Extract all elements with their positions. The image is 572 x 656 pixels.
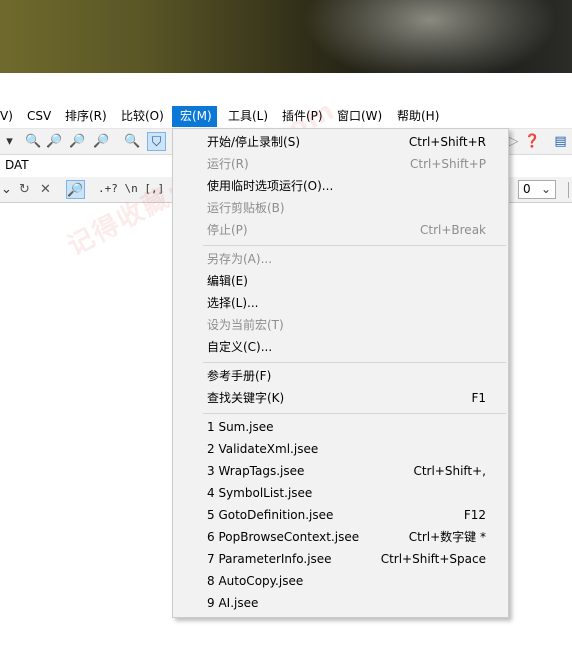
menu-set-current-macro[interactable]: 设为当前宏(T) bbox=[207, 314, 486, 336]
window-layout-icon[interactable]: ▤ bbox=[551, 132, 570, 151]
menu-recent-macro[interactable]: 1 Sum.jsee bbox=[207, 416, 486, 438]
refresh-icon[interactable]: ↻ bbox=[15, 180, 34, 199]
menu-compare[interactable]: 比较(O) bbox=[115, 106, 170, 127]
menu-item-label: 使用临时选项运行(O)... bbox=[207, 179, 334, 193]
menu-run-macro[interactable]: 运行(R) Ctrl+Shift+P bbox=[207, 153, 486, 175]
menu-item-label: 另存为(A)... bbox=[207, 252, 273, 266]
menu-item-shortcut: Ctrl+Shift+R bbox=[408, 135, 486, 149]
menu-record-macro[interactable]: 开始/停止录制(S) Ctrl+Shift+R bbox=[207, 131, 486, 153]
menu-item-label: 5 GotoDefinition.jsee bbox=[207, 508, 334, 522]
document-tab[interactable]: DAT bbox=[5, 158, 29, 172]
filter-icon[interactable]: ⛉ bbox=[147, 132, 166, 151]
menu-recent-macro[interactable]: 5 GotoDefinition.jsee F12 bbox=[207, 504, 486, 526]
macro-menu: 开始/停止录制(S) Ctrl+Shift+R 运行(R) Ctrl+Shift… bbox=[172, 128, 509, 618]
menu-item-label: 运行剪贴板(B) bbox=[207, 201, 285, 215]
menu-item-shortcut: Ctrl+Shift+P bbox=[410, 157, 486, 171]
menu-item-shortcut: Ctrl+Shift+, bbox=[413, 464, 486, 478]
count-value: 0 bbox=[523, 182, 531, 196]
menu-help[interactable]: 帮助(H) bbox=[391, 106, 445, 127]
dropdown-arrow-icon[interactable]: ▾ bbox=[0, 132, 19, 151]
menu-item-label: 8 AutoCopy.jsee bbox=[207, 574, 304, 588]
menu-recent-macro[interactable]: 2 ValidateXml.jsee bbox=[207, 438, 486, 460]
find-in-files-icon[interactable]: 🔍 bbox=[123, 132, 142, 151]
chevron-down-icon: ⌄ bbox=[540, 182, 551, 196]
menu-item-label: 参考手册(F) bbox=[207, 369, 272, 383]
menu-edit-macro[interactable]: 编辑(E) bbox=[207, 270, 486, 292]
menu-customize[interactable]: 自定义(C)... bbox=[207, 336, 486, 358]
menu-macro[interactable]: 宏(M) bbox=[172, 106, 217, 127]
menu-item-label: 自定义(C)... bbox=[207, 340, 273, 354]
menu-item-label: 4 SymbolList.jsee bbox=[207, 486, 313, 500]
menu-item-shortcut: F1 bbox=[471, 391, 486, 405]
menu-item-shortcut: Ctrl+数字键 * bbox=[408, 530, 486, 544]
menu-item-label: 9 AI.jsee bbox=[207, 596, 259, 610]
menu-window[interactable]: 窗口(W) bbox=[331, 106, 388, 127]
menu-csv[interactable]: CSV bbox=[21, 106, 57, 127]
menu-item-label: 7 ParameterInfo.jsee bbox=[207, 552, 332, 566]
menu-recent-macro[interactable]: 3 WrapTags.jsee Ctrl+Shift+, bbox=[207, 460, 486, 482]
menu-reference-manual[interactable]: 参考手册(F) bbox=[207, 365, 486, 387]
menu-run-clipboard[interactable]: 运行剪贴板(B) bbox=[207, 197, 486, 219]
menu-recent-macro[interactable]: 8 AutoCopy.jsee bbox=[207, 570, 486, 592]
menu-item-label: 3 WrapTags.jsee bbox=[207, 464, 305, 478]
menu-view-partial[interactable]: V) bbox=[0, 106, 19, 127]
menu-separator bbox=[203, 362, 506, 363]
menu-item-label: 停止(P) bbox=[207, 223, 248, 237]
menu-item-label: 6 PopBrowseContext.jsee bbox=[207, 530, 360, 544]
menu-run-temp-options[interactable]: 使用临时选项运行(O)... bbox=[207, 175, 486, 197]
desktop-background bbox=[0, 0, 572, 73]
close-icon[interactable]: ✕ bbox=[36, 180, 55, 199]
menu-recent-macro[interactable]: 4 SymbolList.jsee bbox=[207, 482, 486, 504]
menu-item-label: 查找关键字(K) bbox=[207, 391, 285, 405]
menu-item-label: 编辑(E) bbox=[207, 274, 248, 288]
toolbar-divider bbox=[568, 182, 569, 198]
menu-separator bbox=[203, 245, 506, 246]
menu-sort[interactable]: 排序(R) bbox=[59, 106, 113, 127]
window-title-area bbox=[0, 73, 572, 104]
menu-recent-macro[interactable]: 7 ParameterInfo.jsee Ctrl+Shift+Space bbox=[207, 548, 486, 570]
menu-item-label: 1 Sum.jsee bbox=[207, 420, 274, 434]
menu-item-shortcut: Ctrl+Shift+Space bbox=[380, 552, 486, 566]
find-next-icon[interactable]: 🔎 bbox=[45, 132, 64, 151]
find-icon[interactable]: 🔍 bbox=[24, 132, 43, 151]
help-book-icon[interactable]: ❓ bbox=[523, 132, 542, 151]
menu-recent-macro[interactable]: 6 PopBrowseContext.jsee Ctrl+数字键 * bbox=[207, 526, 486, 548]
menu-item-shortcut: F12 bbox=[463, 508, 486, 522]
menu-save-as[interactable]: 另存为(A)... bbox=[207, 248, 486, 270]
menu-separator bbox=[203, 413, 506, 414]
menu-find-keyword[interactable]: 查找关键字(K) F1 bbox=[207, 387, 486, 409]
menu-item-label: 开始/停止录制(S) bbox=[207, 135, 301, 149]
replace-icon[interactable]: 🔎 bbox=[92, 132, 111, 151]
find-previous-icon[interactable]: 🔎 bbox=[68, 132, 87, 151]
chevron-down-icon[interactable]: ⌄ bbox=[0, 180, 16, 199]
menu-item-label: 2 ValidateXml.jsee bbox=[207, 442, 319, 456]
menu-item-label: 运行(R) bbox=[207, 157, 249, 171]
menu-item-shortcut: Ctrl+Break bbox=[420, 223, 486, 237]
menu-recent-macro[interactable]: 9 AI.jsee bbox=[207, 592, 486, 614]
menu-select-macro[interactable]: 选择(L)... bbox=[207, 292, 486, 314]
menu-item-label: 选择(L)... bbox=[207, 296, 259, 310]
search-icon[interactable]: 🔎 bbox=[66, 180, 85, 199]
menu-stop-macro[interactable]: 停止(P) Ctrl+Break bbox=[207, 219, 486, 241]
count-select[interactable]: 0 ⌄ bbox=[518, 180, 556, 199]
menu-item-label: 设为当前宏(T) bbox=[207, 318, 284, 332]
